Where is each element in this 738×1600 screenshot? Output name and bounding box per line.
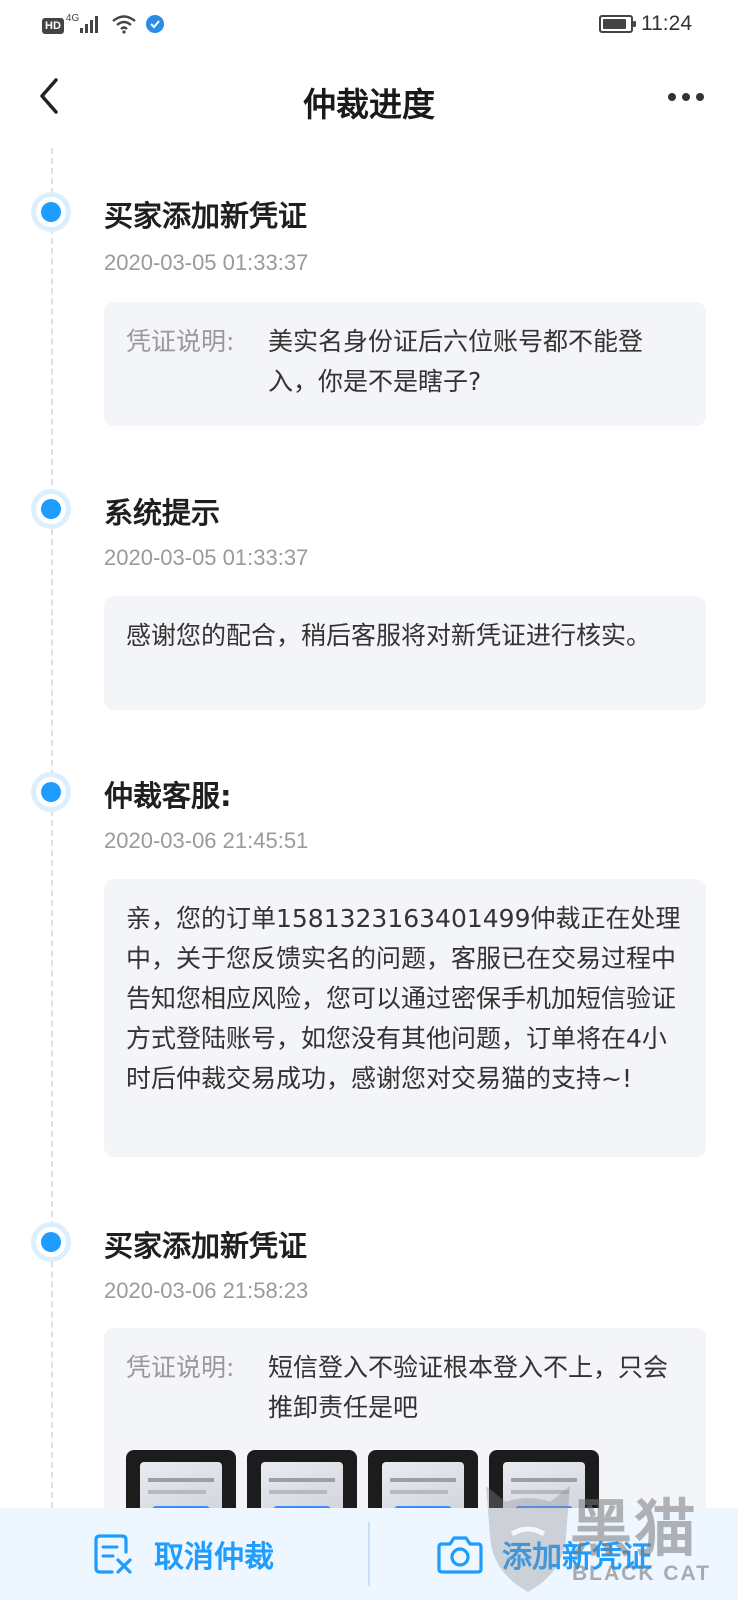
service-message-text: 亲，您的订单1581323163401499仲裁正在处理中，关于您反馈实名的问题…	[126, 904, 681, 1093]
navigation-bar: 仲裁进度	[0, 52, 738, 142]
timeline-dot-icon	[31, 192, 71, 232]
network-type-label: 4G	[65, 12, 80, 24]
camera-icon	[437, 1536, 483, 1574]
status-bar-right: 11:24	[599, 12, 692, 36]
event-time: 2020-03-06 21:45:51	[104, 828, 309, 853]
evidence-label: 凭证说明:	[126, 327, 235, 356]
event-title: 仲裁客服:	[104, 779, 232, 813]
arbitration-progress-screen: HD 4G 11:24 仲裁进度 买家添加新凭证 2020-03-05 01:3…	[0, 0, 738, 1600]
event-title: 系统提示	[104, 496, 221, 530]
hd-badge: HD	[42, 18, 64, 34]
status-bar: HD 4G 11:24	[0, 0, 738, 52]
event-time: 2020-03-06 21:58:23	[104, 1278, 309, 1303]
timeline-dot-icon	[31, 489, 71, 529]
page-title: 仲裁进度	[303, 85, 435, 124]
event-card: 感谢您的配合，稍后客服将对新凭证进行核实。	[104, 596, 706, 710]
signal-icon	[79, 14, 103, 38]
event-card: 凭证说明: 美实名身份证后六位账号都不能登入，你是不是瞎子?	[104, 302, 706, 426]
system-message-text: 感谢您的配合，稍后客服将对新凭证进行核实。	[126, 621, 652, 650]
status-time: 11:24	[641, 12, 692, 35]
battery-fill	[603, 19, 626, 29]
more-dots-icon	[668, 93, 676, 101]
status-bar-left: HD 4G	[42, 12, 165, 38]
bottom-action-bar: 取消仲裁 添加新凭证	[0, 1508, 738, 1600]
add-evidence-label: 添加新凭证	[502, 1540, 652, 1575]
battery-icon	[599, 15, 636, 33]
cancel-document-icon	[94, 1534, 132, 1574]
event-time: 2020-03-05 01:33:37	[104, 545, 309, 570]
timeline-line	[51, 148, 53, 1508]
timeline-dot-icon	[31, 1222, 71, 1262]
event-title: 买家添加新凭证	[104, 199, 308, 233]
event-title: 买家添加新凭证	[104, 1229, 308, 1263]
cancel-arbitration-label: 取消仲裁	[154, 1540, 274, 1575]
evidence-label: 凭证说明:	[126, 1353, 235, 1382]
vpn-icon	[145, 14, 165, 38]
event-time: 2020-03-05 01:33:37	[104, 250, 309, 275]
bottom-bar-divider	[368, 1522, 370, 1586]
more-dots-icon	[682, 93, 690, 101]
more-dots-icon	[696, 93, 704, 101]
event-card: 亲，您的订单1581323163401499仲裁正在处理中，关于您反馈实名的问题…	[104, 879, 706, 1157]
cancel-arbitration-button[interactable]: 取消仲裁	[92, 1508, 274, 1600]
wifi-icon	[111, 14, 137, 38]
more-button[interactable]	[662, 82, 710, 112]
add-evidence-button[interactable]: 添加新凭证	[436, 1508, 652, 1600]
timeline-dot-icon	[31, 772, 71, 812]
